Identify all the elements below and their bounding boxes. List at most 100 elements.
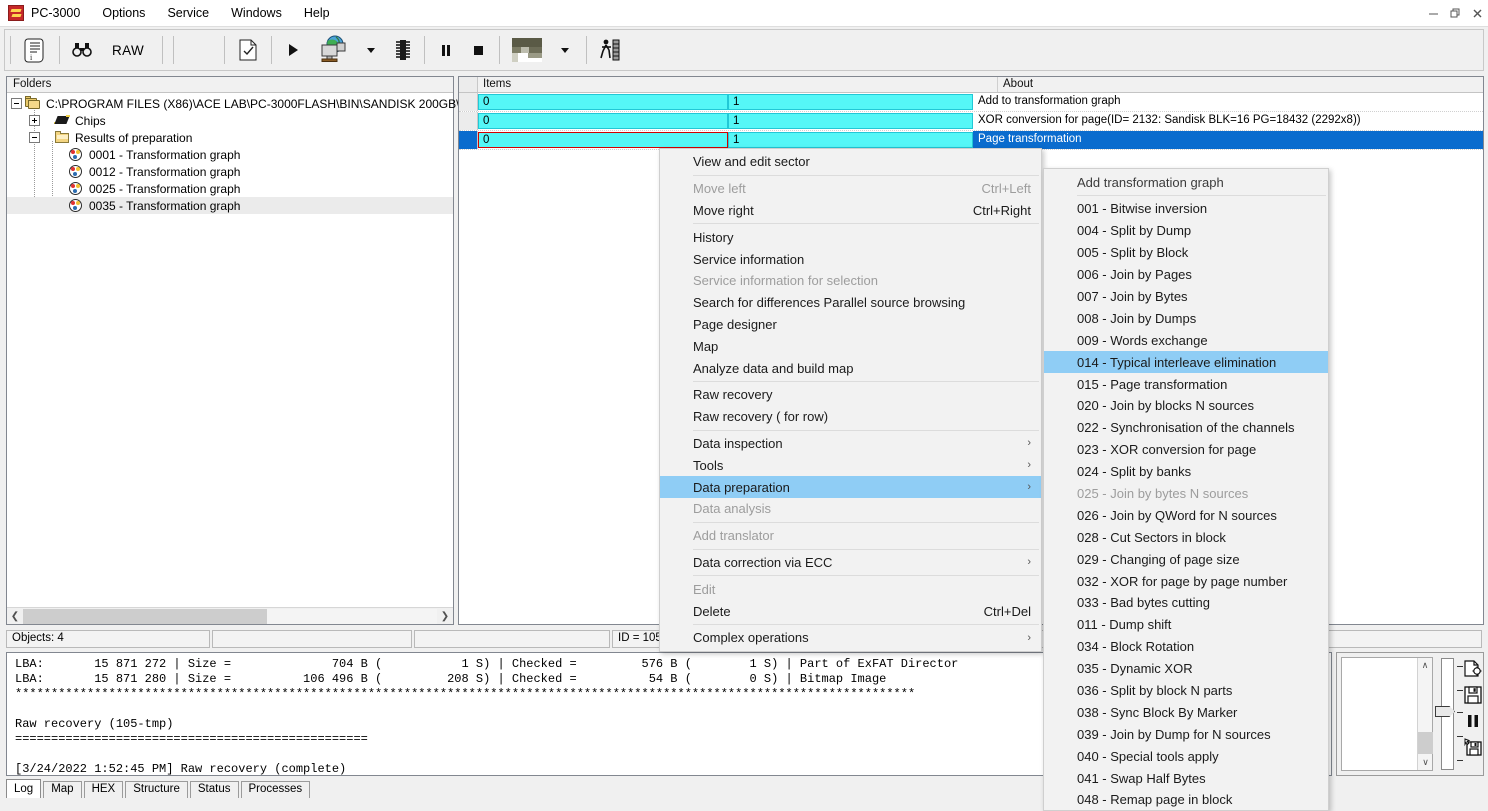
pixel-map-icon[interactable] <box>506 32 548 68</box>
tab-log[interactable]: Log <box>6 779 41 798</box>
tab-hex[interactable]: HEX <box>84 781 124 798</box>
right-panel-scrollbar[interactable]: ∧ ∨ <box>1417 658 1432 770</box>
raw-button[interactable]: RAW <box>100 32 156 68</box>
submenu-item-026-join-by-qword-for-n-sources[interactable]: 026 - Join by QWord for N sources <box>1044 504 1328 526</box>
submenu-item-008-join-by-dumps[interactable]: 008 - Join by Dumps <box>1044 307 1328 329</box>
menu-item-complex-operations[interactable]: Complex operations› <box>660 627 1041 649</box>
globe-computer-icon[interactable] <box>310 32 354 68</box>
menu-item-tools[interactable]: Tools› <box>660 454 1041 476</box>
menu-options[interactable]: Options <box>91 2 156 24</box>
page-settings-icon[interactable] <box>1463 659 1483 679</box>
scroll-thumb[interactable] <box>23 609 267 624</box>
submenu-item-033-bad-bytes-cutting[interactable]: 033 - Bad bytes cutting <box>1044 592 1328 614</box>
submenu-item-029-changing-of-page-size[interactable]: 029 - Changing of page size <box>1044 548 1328 570</box>
row-header[interactable] <box>459 131 478 149</box>
map-dropdown-chevron-down-icon[interactable] <box>550 32 580 68</box>
submenu-item-005-split-by-block[interactable]: 005 - Split by Block <box>1044 242 1328 264</box>
collapse-icon[interactable] <box>11 98 22 109</box>
scroll-right-arrow-icon[interactable]: ❯ <box>437 609 453 624</box>
menu-item-data-inspection[interactable]: Data inspection› <box>660 433 1041 455</box>
tree-node-root[interactable]: C:\PROGRAM FILES (X86)\ACE LAB\PC-3000FL… <box>7 95 453 112</box>
submenu-item-011-dump-shift[interactable]: 011 - Dump shift <box>1044 614 1328 636</box>
menu-item-raw-recovery[interactable]: Raw recovery <box>660 384 1041 406</box>
menu-help[interactable]: Help <box>293 2 341 24</box>
cell-value-2-1[interactable]: 1 <box>728 132 973 148</box>
menu-item-data-preparation[interactable]: Data preparation› <box>660 476 1041 498</box>
find-icon[interactable] <box>66 32 98 68</box>
column-header-about[interactable]: About <box>998 77 1483 92</box>
menu-item-history[interactable]: History <box>660 226 1041 248</box>
cell-value-2-0[interactable]: 0 <box>478 132 728 148</box>
submenu-item-001-bitwise-inversion[interactable]: 001 - Bitwise inversion <box>1044 198 1328 220</box>
scroll-down-arrow-icon[interactable]: ∨ <box>1418 755 1433 770</box>
save-icon[interactable] <box>1463 685 1483 705</box>
cell-about-1[interactable]: XOR conversion for page(ID= 2132: Sandis… <box>973 112 1483 130</box>
scroll-track[interactable] <box>23 609 437 624</box>
submenu-item-039-join-by-dump-for-n-sources[interactable]: 039 - Join by Dump for N sources <box>1044 723 1328 745</box>
report-icon[interactable]: i <box>17 32 53 68</box>
menu-item-delete[interactable]: DeleteCtrl+Del <box>660 600 1041 622</box>
tree-node-graph-0025[interactable]: 0025 - Transformation graph <box>7 180 453 197</box>
submenu-item-024-split-by-banks[interactable]: 024 - Split by banks <box>1044 461 1328 483</box>
submenu-item-022-synchronisation-of-the-channels[interactable]: 022 - Synchronisation of the channels <box>1044 417 1328 439</box>
submenu-item-048-remap-page-in-block[interactable]: 048 - Remap page in block <box>1044 789 1328 811</box>
submenu-item-009-words-exchange[interactable]: 009 - Words exchange <box>1044 329 1328 351</box>
close-button[interactable] <box>1466 0 1488 27</box>
submenu-item-020-join-by-blocks-n-sources[interactable]: 020 - Join by blocks N sources <box>1044 395 1328 417</box>
tab-processes[interactable]: Processes <box>241 781 311 798</box>
submenu-item-032-xor-for-page-by-page-number[interactable]: 032 - XOR for page by page number <box>1044 570 1328 592</box>
scroll-up-arrow-icon[interactable]: ∧ <box>1418 658 1432 673</box>
menu-item-search-for-differences-parallel-source-bro[interactable]: Search for differences Parallel source b… <box>660 292 1041 314</box>
stop-square-icon[interactable] <box>463 32 493 68</box>
tree-node-results[interactable]: Results of preparation <box>7 129 453 146</box>
minimize-button[interactable] <box>1422 0 1444 27</box>
submenu-item-014-typical-interleave-elimination[interactable]: 014 - Typical interleave elimination <box>1044 351 1328 373</box>
menu-windows[interactable]: Windows <box>220 2 293 24</box>
column-header-items[interactable]: Items <box>478 77 998 92</box>
submenu-item-035-dynamic-xor[interactable]: 035 - Dynamic XOR <box>1044 658 1328 680</box>
folders-horizontal-scrollbar[interactable]: ❮ ❯ <box>7 607 453 624</box>
memory-chip-icon[interactable] <box>388 32 418 68</box>
new-task-icon[interactable] <box>231 32 265 68</box>
cell-value-1-1[interactable]: 1 <box>728 113 973 129</box>
cell-about-2[interactable]: Page transformation <box>973 131 1483 149</box>
table-row[interactable]: 0 1 Add to transformation graph <box>459 93 1483 112</box>
tree-node-chips[interactable]: Chips <box>7 112 453 129</box>
tab-structure[interactable]: Structure <box>125 781 188 798</box>
scroll-left-arrow-icon[interactable]: ❮ <box>7 609 23 624</box>
save-as-icon[interactable] <box>1463 737 1483 757</box>
submenu-item-041-swap-half-bytes[interactable]: 041 - Swap Half Bytes <box>1044 767 1328 789</box>
pause-icon[interactable] <box>1463 711 1483 731</box>
cell-value-0-0[interactable]: 0 <box>478 94 728 110</box>
right-panel-list[interactable]: ∧ ∨ <box>1341 657 1433 771</box>
submenu-item-015-page-transformation[interactable]: 015 - Page transformation <box>1044 373 1328 395</box>
run-icon[interactable] <box>278 32 308 68</box>
submenu-header[interactable]: Add transformation graph <box>1044 171 1328 193</box>
tree-node-graph-0001[interactable]: 0001 - Transformation graph <box>7 146 453 163</box>
submenu-item-034-block-rotation[interactable]: 034 - Block Rotation <box>1044 636 1328 658</box>
menu-item-raw-recovery-for-row[interactable]: Raw recovery ( for row) <box>660 406 1041 428</box>
row-header[interactable] <box>459 93 478 111</box>
restore-button[interactable] <box>1444 0 1466 27</box>
tree-node-graph-0035[interactable]: 0035 - Transformation graph <box>7 197 453 214</box>
cell-value-0-1[interactable]: 1 <box>728 94 973 110</box>
speed-slider[interactable] <box>1439 658 1456 770</box>
menu-item-map[interactable]: Map <box>660 335 1041 357</box>
table-row[interactable]: 0 1 XOR conversion for page(ID= 2132: Sa… <box>459 112 1483 131</box>
menu-item-view-and-edit-sector[interactable]: View and edit sector <box>660 151 1041 173</box>
person-chip-icon[interactable] <box>593 32 627 68</box>
tree-node-graph-0012[interactable]: 0012 - Transformation graph <box>7 163 453 180</box>
row-header[interactable] <box>459 112 478 130</box>
network-dropdown-chevron-down-icon[interactable] <box>356 32 386 68</box>
tab-map[interactable]: Map <box>43 781 81 798</box>
menu-service[interactable]: Service <box>156 2 220 24</box>
pause-icon[interactable] <box>431 32 461 68</box>
expand-icon[interactable] <box>29 115 40 126</box>
submenu-item-007-join-by-bytes[interactable]: 007 - Join by Bytes <box>1044 286 1328 308</box>
menu-item-service-information[interactable]: Service information <box>660 248 1041 270</box>
scroll-thumb[interactable] <box>1418 732 1433 754</box>
tab-status[interactable]: Status <box>190 781 239 798</box>
submenu-item-040-special-tools-apply[interactable]: 040 - Special tools apply <box>1044 745 1328 767</box>
submenu-item-028-cut-sectors-in-block[interactable]: 028 - Cut Sectors in block <box>1044 526 1328 548</box>
submenu-item-023-xor-conversion-for-page[interactable]: 023 - XOR conversion for page <box>1044 439 1328 461</box>
